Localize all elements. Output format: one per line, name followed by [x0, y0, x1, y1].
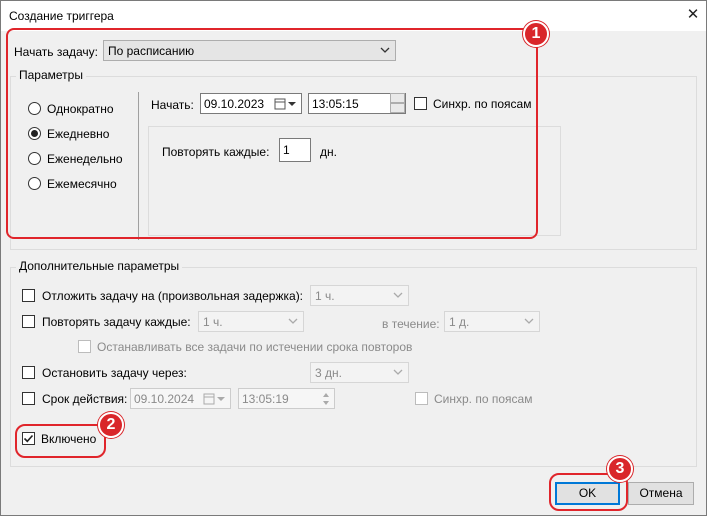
- repeat-task-label: Повторять задачу каждые:: [42, 315, 191, 329]
- repeat-interval-select[interactable]: 1 ч.: [198, 311, 304, 332]
- expire-date-picker[interactable]: 09.10.2024: [130, 388, 231, 409]
- duration-value: 1 д.: [449, 315, 470, 329]
- advanced-legend: Дополнительные параметры: [16, 259, 183, 273]
- stop-all-label: Останавливать все задачи по истечении ср…: [97, 340, 413, 354]
- step-marker-2: 2: [98, 412, 124, 438]
- expire-time-spinner-icon[interactable]: [320, 389, 332, 409]
- chevron-down-icon: [288, 318, 298, 324]
- repeat-interval-value: 1 ч.: [203, 315, 223, 329]
- expire-label: Срок действия:: [42, 392, 128, 406]
- delay-value: 1 ч.: [315, 289, 335, 303]
- stop-after-value: 3 дн.: [315, 366, 342, 380]
- expire-sync-checkbox[interactable]: [415, 392, 428, 405]
- expire-checkbox[interactable]: [22, 392, 35, 405]
- chevron-down-icon: [524, 318, 534, 324]
- duration-select[interactable]: 1 д.: [444, 311, 540, 332]
- highlight-box-2: [15, 424, 106, 458]
- expire-date-value: 09.10.2024: [134, 392, 195, 406]
- chevron-down-icon: [393, 292, 403, 298]
- highlight-box-1: [6, 28, 538, 239]
- duration-label: в течение:: [382, 317, 440, 331]
- stop-after-checkbox[interactable]: [22, 366, 35, 379]
- expire-time-value: 13:05:19: [242, 392, 289, 406]
- window-title: Создание триггера: [9, 9, 114, 23]
- delay-select[interactable]: 1 ч.: [310, 285, 409, 306]
- close-icon[interactable]: ✕: [683, 4, 703, 26]
- stop-after-label: Остановить задачу через:: [42, 366, 187, 380]
- step-marker-1: 1: [523, 21, 549, 47]
- chevron-down-icon: [393, 369, 403, 375]
- step-marker-3: 3: [607, 456, 633, 482]
- delay-checkbox[interactable]: [22, 289, 35, 302]
- repeat-task-checkbox[interactable]: [22, 315, 35, 328]
- calendar-dropdown-icon: [203, 393, 225, 405]
- stop-all-checkbox[interactable]: [78, 340, 91, 353]
- cancel-button[interactable]: Отмена: [628, 482, 694, 505]
- delay-label: Отложить задачу на (произвольная задержк…: [42, 289, 304, 303]
- title-bar: Создание триггера ✕: [1, 1, 706, 31]
- expire-sync-label: Синхр. по поясам: [434, 392, 533, 406]
- stop-after-select[interactable]: 3 дн.: [310, 362, 409, 383]
